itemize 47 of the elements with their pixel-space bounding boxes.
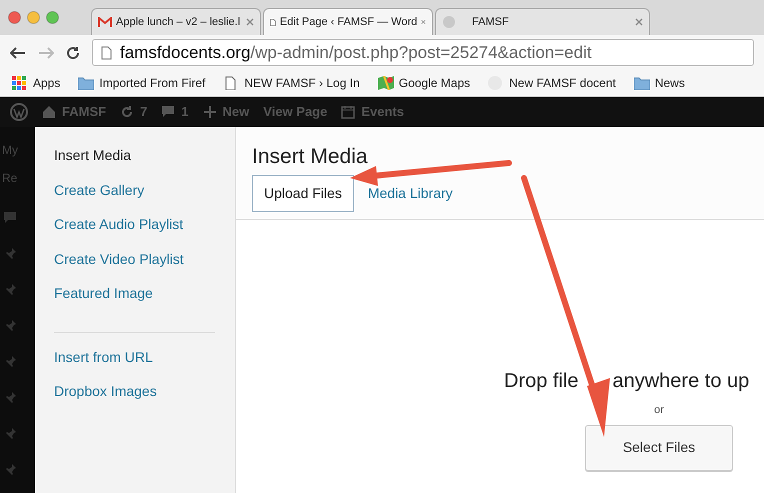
close-icon <box>421 18 426 26</box>
bookmark[interactable]: NEW FAMSF › Log In <box>223 74 360 92</box>
speech-bubble-icon <box>3 211 17 225</box>
select-files-button[interactable]: Select Files <box>585 424 733 470</box>
close-icon <box>246 18 254 26</box>
browser-tab[interactable]: Edit Page ‹ FAMSF — Word <box>263 8 433 35</box>
address-field[interactable]: famsfdocents.org/wp-admin/post.php?post=25274&action=edit <box>92 39 754 66</box>
menu-item[interactable]: Create Audio Playlist <box>54 214 215 248</box>
bookmark[interactable]: News <box>634 74 685 92</box>
drop-instructions: anywhere to up <box>612 369 750 394</box>
or-text: or <box>654 403 664 418</box>
grid-icon <box>12 76 28 90</box>
page-icon <box>101 46 112 60</box>
bookmark[interactable]: Google Maps <box>378 74 470 92</box>
wordpress-logo-icon <box>10 103 28 121</box>
window-control-icon <box>46 11 59 24</box>
close-icon <box>635 18 643 26</box>
back-icon <box>10 46 26 58</box>
menu-item[interactable]: Insert Media <box>54 145 215 180</box>
browser-tab[interactable]: Apple lunch – v2 – leslie.l <box>91 8 261 35</box>
refresh-icon <box>120 105 134 119</box>
mail-icon <box>98 16 112 28</box>
forward-icon <box>38 46 54 58</box>
globe-icon <box>442 15 456 29</box>
bookmark[interactable]: Apps <box>12 74 60 92</box>
menu-item[interactable]: Create Gallery <box>54 180 215 214</box>
window-control-icon <box>27 11 40 24</box>
folder-icon <box>78 76 94 90</box>
menu-item[interactable]: Insert from URL <box>54 346 215 381</box>
bookmark[interactable]: New FAMSF docent <box>488 74 616 92</box>
menu-item[interactable]: Featured Image <box>54 283 215 318</box>
house-icon <box>42 105 56 119</box>
map-icon <box>378 76 394 90</box>
speech-bubble-icon <box>161 105 176 119</box>
plus-icon <box>202 105 217 119</box>
router-tab[interactable]: Upload Files <box>252 175 354 212</box>
drop-instructions: Drop file <box>504 369 578 394</box>
menu-item[interactable]: Dropbox Images <box>54 381 215 416</box>
folder-icon <box>634 76 650 90</box>
router-tab[interactable]: Media Library <box>356 175 465 212</box>
calendar-icon <box>341 105 356 119</box>
window-control-icon <box>8 11 21 24</box>
reload-icon <box>66 46 80 60</box>
browser-tab[interactable]: FAMSF <box>435 8 650 35</box>
bookmark[interactable]: Imported From Firef <box>78 74 206 92</box>
frame-title: Insert Media <box>252 145 368 170</box>
menu-item[interactable]: Create Video Playlist <box>54 248 215 283</box>
